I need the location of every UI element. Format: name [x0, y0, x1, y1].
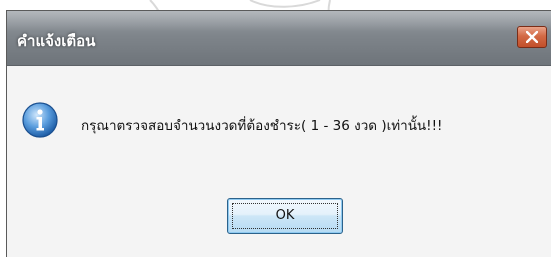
title-bar: คำแจ้งเตือน	[7, 11, 551, 66]
ok-button[interactable]: OK	[227, 198, 343, 234]
alert-message: กรุณาตรวจสอบจำนวนงวดที่ต้องชำระ( 1 - 36 …	[81, 118, 443, 134]
ok-button-label: OK	[275, 208, 295, 223]
dialog-body: กรุณาตรวจสอบจำนวนงวดที่ต้องชำระ( 1 - 36 …	[7, 66, 551, 257]
close-button[interactable]	[517, 26, 547, 48]
close-icon	[526, 31, 538, 43]
dialog-title: คำแจ้งเตือน	[17, 32, 96, 50]
title-bar-gloss	[7, 11, 551, 31]
alert-dialog: คำแจ้งเตือน กรุณาตรวจสอบจำนวนงวดที่ต้องช…	[6, 10, 551, 257]
info-icon	[22, 102, 58, 138]
